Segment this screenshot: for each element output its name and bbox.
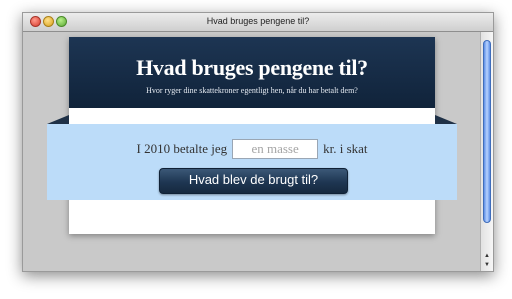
page-title: Hvad bruges pengene til? [136, 55, 368, 80]
tax-amount-input[interactable] [232, 139, 319, 159]
browser-window: Hvad bruges pengene til? ▲ ▼ Hvad bruges… [22, 12, 494, 272]
tax-sentence: I 2010 betalte jeg kr. i skat [47, 137, 457, 161]
ribbon-fold-right [435, 115, 457, 124]
scroll-thumb[interactable] [483, 40, 491, 223]
tax-suffix-label: kr. i skat [323, 141, 368, 156]
page-header: Hvad bruges pengene til? Hvor ryger dine… [69, 37, 435, 108]
submit-button[interactable]: Hvad blev de brugt til? [159, 168, 348, 194]
tax-form-ribbon: I 2010 betalte jeg kr. i skat Hvad blev … [47, 124, 457, 200]
window-title: Hvad bruges pengene til? [206, 16, 310, 26]
title-bar[interactable]: Hvad bruges pengene til? [23, 13, 493, 32]
vertical-scrollbar[interactable]: ▲ ▼ [480, 32, 493, 271]
tax-prefix-label: I 2010 betalte jeg [136, 141, 228, 156]
ribbon-fold-left [47, 115, 69, 124]
page-subtitle: Hvor ryger dine skattekroner egentligt h… [146, 86, 358, 95]
scroll-down-arrow-icon[interactable]: ▼ [482, 260, 492, 270]
